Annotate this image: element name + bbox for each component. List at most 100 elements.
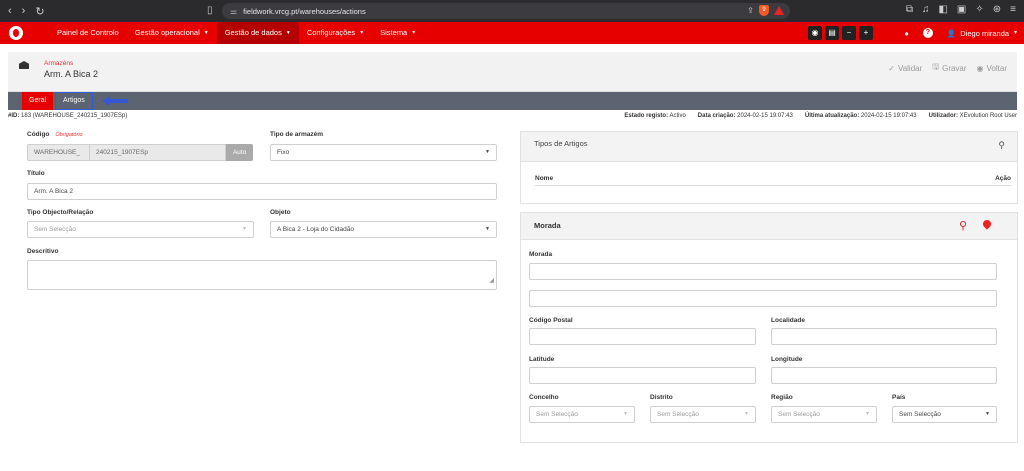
distrito-select[interactable]: Sem Selecção ▼ xyxy=(650,406,756,423)
concelho-value: Sem Selecção xyxy=(536,411,578,418)
morada-input-2[interactable] xyxy=(529,290,997,307)
bell-icon[interactable]: ● xyxy=(904,29,909,38)
music-icon[interactable]: ♫ xyxy=(922,4,930,15)
auto-button[interactable]: Auto xyxy=(226,144,253,161)
zoom-out-icon[interactable]: − xyxy=(842,26,856,40)
pais-label: País xyxy=(892,394,906,401)
menu-painel[interactable]: Painel de Controlo xyxy=(49,22,127,44)
sidebar-icon[interactable]: ◧ xyxy=(938,4,947,15)
reload-icon[interactable]: ↻ xyxy=(35,5,44,18)
app-navbar: Painel de Controlo Gestão operacional ▼ G… xyxy=(0,22,1024,44)
search-icon[interactable]: ⚲ xyxy=(959,219,967,232)
check-icon: ✓ xyxy=(888,63,895,73)
gravar-label: Gravar xyxy=(942,63,967,73)
vodafone-logo[interactable] xyxy=(9,26,23,40)
tab-artigos[interactable]: Artigos xyxy=(55,92,93,110)
vpn-icon[interactable]: ⊛ xyxy=(993,4,1001,15)
address-bar[interactable]: ⚌ fieldwork.vrcg.pt/warehouses/actions ⇪… xyxy=(222,3,790,19)
menu-label: Gestão operacional xyxy=(134,28,200,37)
tipos-artigos-panel: Tipos de Artigos ⚲ Nome Ação xyxy=(520,131,1018,204)
zoom-in-icon[interactable]: + xyxy=(859,26,873,40)
estado-value: Activo xyxy=(669,113,686,119)
titulo-input[interactable]: Arm. A Bica 2 xyxy=(27,183,497,200)
objeto-label: Objeto xyxy=(270,209,291,216)
extensions-icon[interactable]: ⧉ xyxy=(906,4,913,15)
descritivo-textarea[interactable]: ◢ xyxy=(27,260,497,290)
id-value: 183 (WAREHOUSE_240215_1907ESp) xyxy=(21,113,128,119)
codigo-label: Código Obrigatório xyxy=(27,131,83,138)
pais-select[interactable]: Sem Selecção ▼ xyxy=(892,406,997,423)
back-circle-icon: ◉ xyxy=(976,63,984,73)
bookmark-icon[interactable]: ▯ xyxy=(207,5,213,16)
morada-title: Morada xyxy=(534,221,561,230)
atualizacao-value: 2024-02-15 19:07:43 xyxy=(860,113,917,119)
browser-nav: ‹ › ↻ xyxy=(8,5,45,18)
wallet-icon[interactable]: ▣ xyxy=(957,4,966,15)
morada-header: Morada ⚲ xyxy=(521,213,1017,240)
tab-bar: Geral Artigos xyxy=(8,92,1017,110)
col-nome: Nome xyxy=(535,175,554,182)
utilizador-label: Utilizador: xyxy=(928,113,958,119)
voltar-button[interactable]: ◉ Voltar xyxy=(977,61,1007,75)
longitude-label: Longitude xyxy=(771,356,803,363)
distrito-value: Sem Selecção xyxy=(657,411,699,418)
caret-down-icon: ▼ xyxy=(1013,30,1018,36)
tipos-artigos-title: Tipos de Artigos xyxy=(534,139,588,148)
localidade-input[interactable] xyxy=(771,328,997,345)
latitude-label: Latitude xyxy=(529,356,555,363)
resize-handle-icon[interactable]: ◢ xyxy=(489,274,494,289)
menu-gestao-dados[interactable]: Gestão de dados ▼ xyxy=(216,22,299,44)
tipo-armazem-label: Tipo de armazém xyxy=(270,131,323,138)
validar-button[interactable]: ✓ Validar xyxy=(888,61,922,75)
tipo-objecto-select[interactable]: Sem Selecção ▼ xyxy=(27,221,254,238)
gravar-button[interactable]: 🖫 Gravar xyxy=(932,61,966,75)
search-icon[interactable]: ⚲ xyxy=(998,140,1005,151)
caret-down-icon: ▼ xyxy=(623,411,628,417)
nav-tools: ◉ ▤ − + xyxy=(808,26,873,40)
objeto-select[interactable]: A Bica 2 - Loja do Cidadão ▼ xyxy=(270,221,497,238)
menu-label: Gestão de dados xyxy=(224,28,282,37)
codigo-input: 240215_1907ESp xyxy=(89,144,226,161)
regiao-select[interactable]: Sem Selecção ▼ xyxy=(771,406,877,423)
pointer-arrow-icon xyxy=(102,96,128,106)
morada-input-1[interactable] xyxy=(529,263,997,280)
menu-gestao-operacional[interactable]: Gestão operacional ▼ xyxy=(127,22,217,44)
puzzle-icon[interactable]: ✧ xyxy=(975,4,983,15)
menu-configuracoes[interactable]: Configurações ▼ xyxy=(299,22,372,44)
regiao-label: Região xyxy=(771,394,793,401)
menu-icon[interactable]: ≡ xyxy=(1010,4,1016,15)
chat-icon[interactable]: ◉ xyxy=(808,26,822,40)
id-card-icon[interactable]: ▤ xyxy=(825,26,839,40)
site-info-icon[interactable]: ⚌ xyxy=(230,7,237,16)
brave-shield-icon[interactable]: 9 xyxy=(759,5,769,16)
concelho-select[interactable]: Sem Selecção ▼ xyxy=(529,406,635,423)
breadcrumb[interactable]: Armazéns xyxy=(44,60,73,67)
map-pin-icon[interactable] xyxy=(981,218,993,230)
menu-label: Painel de Controlo xyxy=(57,28,119,37)
help-icon[interactable]: ? xyxy=(922,28,933,38)
menu-sistema[interactable]: Sistema ▼ xyxy=(372,22,424,44)
caret-down-icon: ▼ xyxy=(485,149,490,155)
user-menu[interactable]: 👤 Diego miranda ▼ xyxy=(947,29,1018,38)
descritivo-label: Descritivo xyxy=(27,248,59,255)
forward-icon[interactable]: › xyxy=(22,5,26,18)
main-menu: Painel de Controlo Gestão operacional ▼ G… xyxy=(49,22,424,44)
back-icon[interactable]: ‹ xyxy=(8,5,12,18)
criacao-label: Data criação: xyxy=(697,113,736,119)
latitude-input[interactable] xyxy=(529,367,756,384)
share-icon[interactable]: ⇪ xyxy=(747,6,754,15)
longitude-input[interactable] xyxy=(771,367,997,384)
tab-geral[interactable]: Geral xyxy=(22,92,54,110)
codigo-postal-label: Código Postal xyxy=(529,317,573,324)
estado-label: Estado registo: xyxy=(624,113,669,119)
tipo-objecto-label: Tipo Objecto/Relação xyxy=(27,209,94,216)
distrito-label: Distrito xyxy=(650,394,673,401)
codigo-label-text: Código xyxy=(27,131,50,138)
rewards-icon[interactable] xyxy=(774,6,784,15)
caret-down-icon: ▼ xyxy=(485,226,490,232)
regiao-value: Sem Selecção xyxy=(778,411,820,418)
codigo-postal-input[interactable] xyxy=(529,328,756,345)
criacao-value: 2024-02-15 19:07:43 xyxy=(737,113,793,119)
table-divider xyxy=(535,185,1011,186)
tipo-armazem-select[interactable]: Fixo ▼ xyxy=(270,144,497,161)
